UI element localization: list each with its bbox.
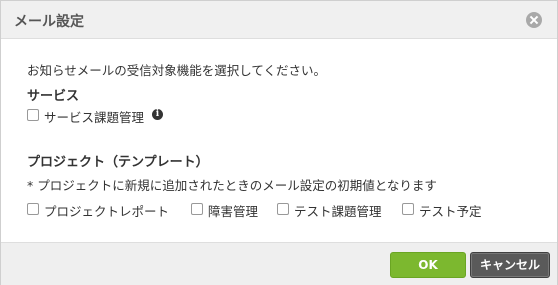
bug-tracking-checkbox[interactable] (191, 203, 203, 215)
dialog-header: メール設定 (1, 1, 557, 39)
test-issue-management-label[interactable]: テスト課題管理 (294, 201, 382, 220)
test-schedule-checkbox[interactable] (402, 203, 414, 215)
mail-settings-dialog: メール設定 お知らせメールの受信対象機能を選択してください。 サービス サービス… (0, 0, 558, 285)
dialog-footer: OK キャンセル (1, 242, 557, 285)
service-issue-management-label[interactable]: サービス課題管理 (44, 107, 144, 126)
project-report-label[interactable]: プロジェクトレポート (44, 201, 169, 220)
test-issue-management-checkbox[interactable] (277, 203, 289, 215)
info-icon[interactable]: i (152, 109, 163, 120)
project-section-heading: プロジェクト（テンプレート） (27, 155, 209, 170)
close-icon[interactable] (526, 12, 542, 28)
service-issue-management-checkbox[interactable] (27, 109, 39, 121)
test-schedule-label[interactable]: テスト予定 (419, 201, 482, 220)
project-report-checkbox[interactable] (27, 203, 39, 215)
bug-tracking-label[interactable]: 障害管理 (208, 201, 258, 220)
project-section-note: * プロジェクトに新規に追加されたときのメール設定の初期値となります (27, 178, 437, 193)
ok-button[interactable]: OK (390, 252, 466, 278)
service-section-heading: サービス (27, 89, 80, 104)
cancel-button[interactable]: キャンセル (470, 252, 550, 278)
dialog-title: メール設定 (14, 14, 84, 30)
dialog-description: お知らせメールの受信対象機能を選択してください。 (27, 63, 327, 78)
